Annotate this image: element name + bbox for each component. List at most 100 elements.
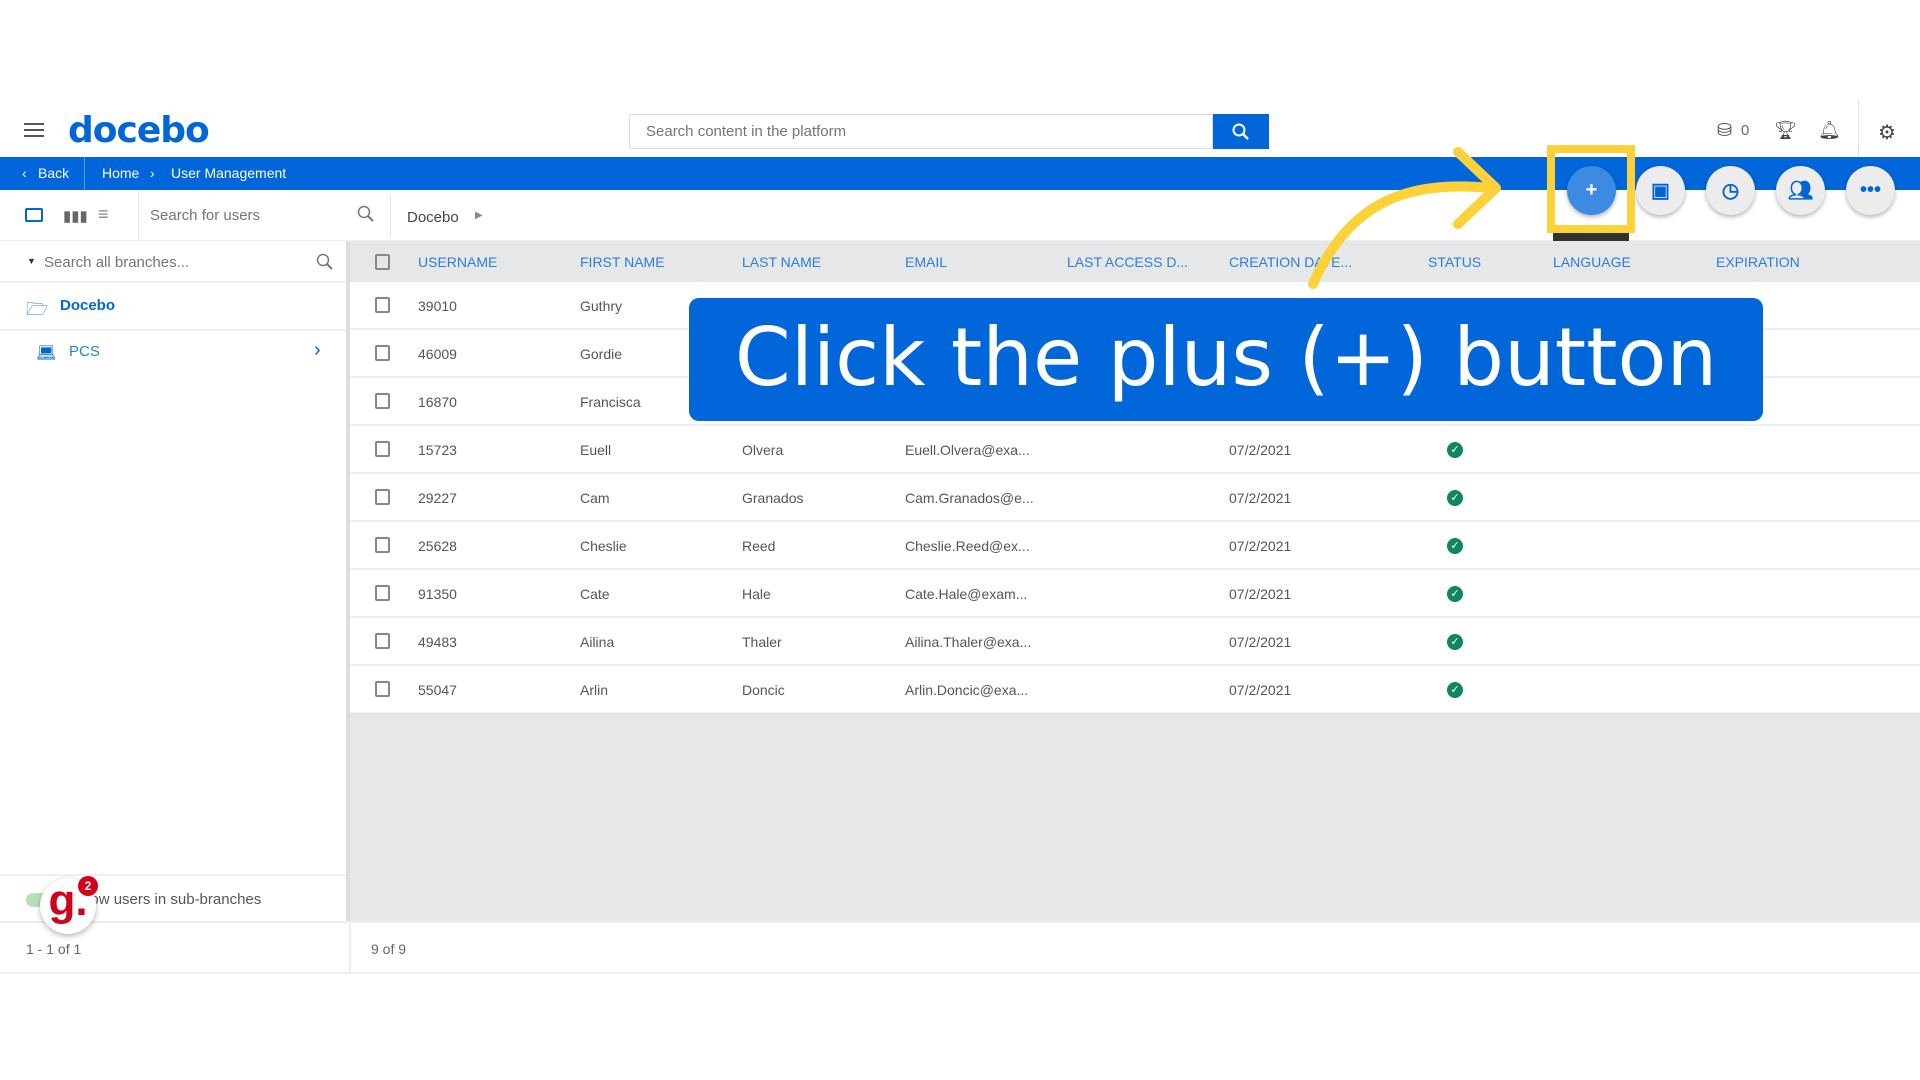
credits-icon[interactable]: ⛁ xyxy=(1717,120,1732,141)
laptop-icon: 💻︎ xyxy=(36,345,57,362)
col-email[interactable]: EMAIL xyxy=(905,254,947,270)
more-icon: ••• xyxy=(1859,179,1881,201)
search-button[interactable] xyxy=(1213,114,1269,149)
table-row[interactable]: 25628 Cheslie Reed Cheslie.Reed@ex... 07… xyxy=(350,522,1920,570)
status-active-icon: ✓ xyxy=(1447,682,1463,698)
branch-pagination: 1 - 1 of 1 xyxy=(26,941,82,957)
chevron-right-icon[interactable]: › xyxy=(314,339,321,362)
cell-creation-date: 07/2/2021 xyxy=(1229,490,1292,506)
col-last-name[interactable]: LAST NAME xyxy=(742,254,821,270)
clock-icon: ◷ xyxy=(1721,180,1740,202)
table-row[interactable]: 29227 Cam Granados Cam.Granados@e... 07/… xyxy=(350,474,1920,522)
status-active-icon: ✓ xyxy=(1447,586,1463,602)
instruction-overlay: Click the plus (+) button xyxy=(689,298,1763,421)
table-pagination: 9 of 9 xyxy=(371,941,407,957)
row-checkbox[interactable] xyxy=(375,681,390,697)
col-username[interactable]: USERNAME xyxy=(418,254,497,270)
cell-first-name: Arlin xyxy=(580,682,609,698)
col-last-access[interactable]: LAST ACCESS D... xyxy=(1067,254,1188,270)
table-row[interactable]: 15723 Euell Olvera Euell.Olvera@exa... 0… xyxy=(350,426,1920,474)
cell-email: Arlin.Doncic@exa... xyxy=(905,682,1029,698)
back-chevron-icon[interactable]: ‹ xyxy=(22,165,27,181)
status-active-icon: ✓ xyxy=(1447,634,1463,650)
row-checkbox[interactable] xyxy=(375,393,390,409)
cell-username: 55047 xyxy=(418,682,457,698)
cell-username: 49483 xyxy=(418,634,457,650)
col-first-name[interactable]: FIRST NAME xyxy=(580,254,665,270)
back-button[interactable]: Back xyxy=(38,165,69,181)
cell-email: Cheslie.Reed@ex... xyxy=(905,538,1030,554)
logo[interactable]: docebo xyxy=(68,110,210,151)
cell-creation-date: 07/2/2021 xyxy=(1229,586,1292,602)
user-search-input[interactable] xyxy=(150,200,380,230)
table-row[interactable]: 49483 Ailina Thaler Ailina.Thaler@exa...… xyxy=(350,618,1920,666)
cell-email: Ailina.Thaler@exa... xyxy=(905,634,1032,650)
cell-username: 46009 xyxy=(418,346,457,362)
cell-first-name: Francisca xyxy=(580,394,641,410)
breadcrumb-home[interactable]: Home xyxy=(102,165,139,181)
table-row[interactable]: 55047 Arlin Doncic Arlin.Doncic@exa... 0… xyxy=(350,666,1920,714)
caret-down-icon[interactable]: ▼ xyxy=(27,256,36,266)
select-all-checkbox[interactable] xyxy=(375,254,390,270)
cell-username: 15723 xyxy=(418,442,457,458)
cell-first-name: Cheslie xyxy=(580,538,627,554)
cell-username: 39010 xyxy=(418,298,457,314)
cell-last-name: Olvera xyxy=(742,442,784,458)
table-row[interactable]: 91350 Cate Hale Cate.Hale@exam... 07/2/2… xyxy=(350,570,1920,618)
columns-icon[interactable]: ▮▮▮ xyxy=(63,207,88,225)
gear-icon[interactable]: ⚙ xyxy=(1878,120,1896,145)
branch-search-input[interactable] xyxy=(44,249,304,275)
cell-creation-date: 07/2/2021 xyxy=(1229,442,1292,458)
toggle-label: Show users in sub-branches xyxy=(72,891,262,908)
status-active-icon: ✓ xyxy=(1447,490,1463,506)
folder-view-icon[interactable] xyxy=(25,208,43,222)
cell-creation-date: 07/2/2021 xyxy=(1229,538,1292,554)
cell-last-name: Thaler xyxy=(742,634,782,650)
filter-icon[interactable]: ≡ xyxy=(98,204,109,225)
notification-badge: 2 xyxy=(78,876,98,896)
caret-right-icon: ▶ xyxy=(475,210,483,221)
row-checkbox[interactable] xyxy=(375,633,390,649)
search-icon[interactable] xyxy=(357,205,375,223)
cell-last-name: Granados xyxy=(742,490,804,506)
breadcrumb-current: User Management xyxy=(171,165,287,181)
cell-username: 91350 xyxy=(418,586,457,602)
row-checkbox[interactable] xyxy=(375,345,390,361)
platform-search-input[interactable] xyxy=(629,114,1213,149)
table-empty-area xyxy=(350,713,1920,921)
pointer-arrow-icon xyxy=(1308,147,1501,289)
branch-breadcrumb[interactable]: Docebo xyxy=(407,209,459,226)
credits-count: 0 xyxy=(1741,122,1750,139)
branch-root[interactable]: Docebo xyxy=(60,297,115,314)
row-checkbox[interactable] xyxy=(375,441,390,457)
search-icon xyxy=(1232,123,1249,140)
trophy-icon[interactable]: 🏆︎ xyxy=(1774,120,1797,141)
cell-last-name: Doncic xyxy=(742,682,785,698)
divider xyxy=(1858,100,1859,157)
history-button[interactable]: ◷ xyxy=(1706,166,1755,215)
row-checkbox[interactable] xyxy=(375,297,390,313)
branch-pcs[interactable]: PCS xyxy=(69,343,100,360)
status-active-icon: ✓ xyxy=(1447,442,1463,458)
bell-icon[interactable]: 🔔︎ xyxy=(1818,120,1841,141)
import-button[interactable]: ▣ xyxy=(1636,166,1685,215)
cell-creation-date: 07/2/2021 xyxy=(1229,682,1292,698)
cell-creation-date: 07/2/2021 xyxy=(1229,634,1292,650)
cell-first-name: Cate xyxy=(580,586,610,602)
more-options-button[interactable]: ••• xyxy=(1846,166,1895,215)
cell-first-name: Cam xyxy=(580,490,610,506)
row-checkbox[interactable] xyxy=(375,585,390,601)
hamburger-menu-icon[interactable] xyxy=(24,123,44,137)
footer: 1 - 1 of 1 9 of 9 xyxy=(0,921,1920,974)
groups-button[interactable]: 👥︎ xyxy=(1776,166,1825,215)
cell-last-name: Reed xyxy=(742,538,776,554)
row-checkbox[interactable] xyxy=(375,537,390,553)
cell-username: 25628 xyxy=(418,538,457,554)
cell-first-name: Euell xyxy=(580,442,612,458)
col-expiration[interactable]: EXPIRATION xyxy=(1716,254,1800,270)
row-checkbox[interactable] xyxy=(375,489,390,505)
branch-sidebar: ▼ 🗁 Docebo 💻︎ PCS › Show users in sub-br… xyxy=(0,241,350,974)
col-language[interactable]: LANGUAGE xyxy=(1553,254,1631,270)
search-icon[interactable] xyxy=(316,253,334,271)
cell-email: Euell.Olvera@exa... xyxy=(905,442,1030,458)
